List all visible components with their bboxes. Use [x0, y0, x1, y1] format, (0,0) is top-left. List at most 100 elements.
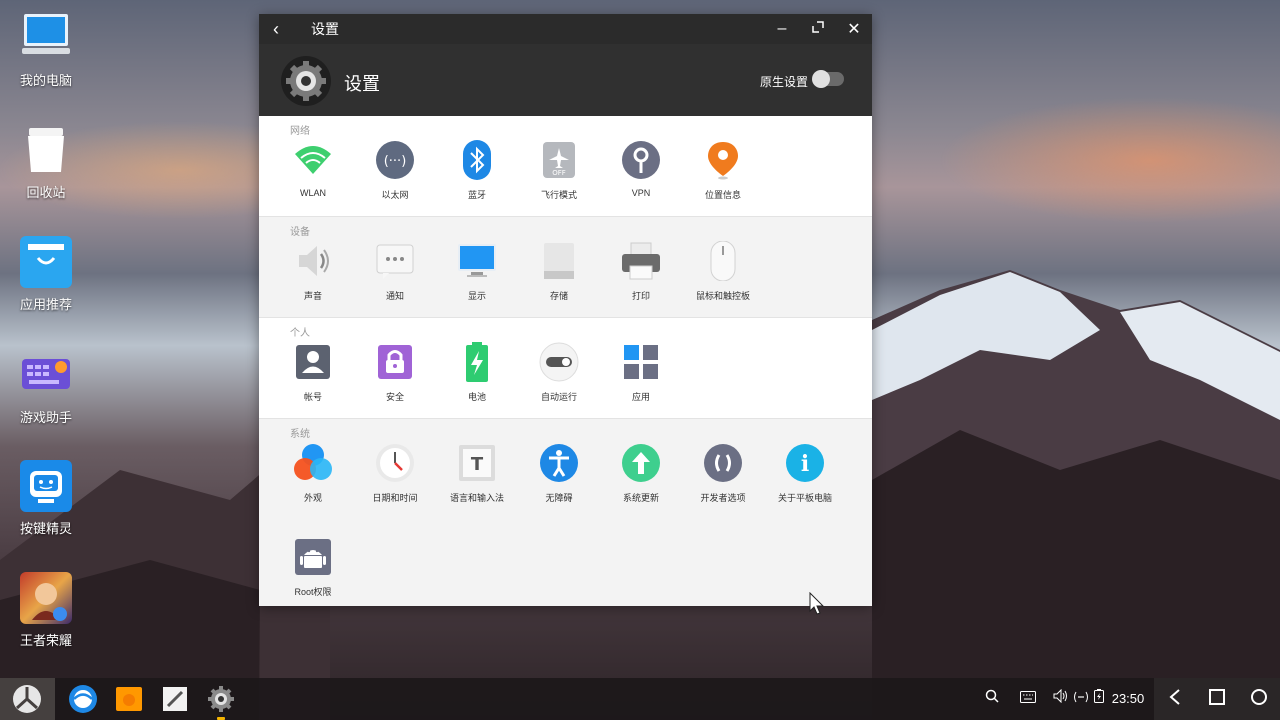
settings-item-apps[interactable]: 应用 — [600, 338, 682, 418]
file-manager-app[interactable] — [114, 684, 144, 714]
account-icon — [293, 342, 333, 382]
back-arrow-icon — [1169, 689, 1180, 705]
settings-item-developer-options[interactable]: 开发者选项 — [682, 439, 764, 519]
settings-item-mouse-touchpad[interactable]: 鼠标和触控板 — [682, 237, 764, 317]
item-label: 开发者选项 — [700, 493, 746, 503]
language-glyph: T — [471, 454, 484, 475]
item-label: 显示 — [467, 291, 486, 301]
tray-search[interactable] — [982, 678, 1002, 720]
section-device: 设备 声音 通知 显示 存储 打印 鼠标和触控板 — [259, 217, 872, 318]
item-label: 安全 — [385, 392, 404, 402]
native-settings-label: 原生设置 — [759, 75, 808, 89]
settings-app[interactable] — [206, 684, 236, 720]
desktop-icon-label: 应用推荐 — [19, 297, 72, 312]
close-button[interactable]: ✕ — [836, 19, 872, 39]
desktop-icon-label: 游戏助手 — [19, 410, 72, 425]
airplane-mode-badge: OFF — [552, 169, 566, 177]
settings-item-date-time[interactable]: 日期和时间 — [354, 439, 436, 519]
item-label: 声音 — [303, 291, 322, 301]
android-root-icon — [293, 537, 333, 577]
item-label: 通知 — [385, 291, 404, 301]
settings-item-storage[interactable]: 存储 — [518, 237, 600, 317]
location-pin-icon — [703, 140, 743, 180]
header-title: 设置 — [344, 74, 380, 94]
nav-recents-button[interactable] — [1196, 678, 1238, 720]
settings-item-battery[interactable]: 电池 — [436, 338, 518, 418]
settings-item-appearance[interactable]: 外观 — [272, 439, 354, 519]
lock-icon — [375, 342, 415, 382]
settings-item-display[interactable]: 显示 — [436, 237, 518, 317]
settings-item-language-input[interactable]: T 语言和输入法 — [436, 439, 518, 519]
settings-item-wlan[interactable]: WLAN — [272, 136, 354, 216]
settings-item-location[interactable]: 位置信息 — [682, 136, 764, 216]
tray-volume[interactable] — [1052, 678, 1070, 720]
monitor-icon — [457, 241, 497, 281]
settings-item-autostart[interactable]: 自动运行 — [518, 338, 600, 418]
minimize-button[interactable]: – — [764, 20, 800, 38]
item-label: 打印 — [631, 291, 650, 301]
settings-item-sound[interactable]: 声音 — [272, 237, 354, 317]
battery-icon — [457, 342, 497, 382]
settings-item-system-update[interactable]: 系统更新 — [600, 439, 682, 519]
settings-item-vpn[interactable]: VPN — [600, 136, 682, 216]
desktop-icon-key-sprite[interactable]: 按键精灵 — [10, 460, 82, 537]
tray-clock[interactable]: 23:50 — [1108, 678, 1148, 720]
svg-text:(···): (···) — [384, 154, 407, 169]
desktop-icon-my-computer[interactable]: 我的电脑 — [10, 12, 82, 89]
item-label: 帐号 — [303, 392, 322, 402]
settings-item-root[interactable]: Root权限 — [272, 533, 354, 606]
settings-item-notification[interactable]: 通知 — [354, 237, 436, 317]
desktop-icon-label: 按键精灵 — [19, 521, 72, 536]
browser-app[interactable] — [68, 684, 98, 714]
tray-keyboard[interactable] — [1017, 678, 1039, 720]
tray-battery[interactable] — [1092, 678, 1106, 720]
about-info-icon: i — [785, 443, 825, 483]
bluetooth-icon — [457, 140, 497, 180]
tray-network[interactable] — [1071, 678, 1091, 720]
back-button[interactable]: ‹ — [259, 19, 293, 40]
start-button[interactable] — [0, 678, 55, 720]
item-label: 以太网 — [381, 190, 409, 200]
settings-item-print[interactable]: 打印 — [600, 237, 682, 317]
chevron-left-icon: ‹ — [273, 18, 279, 39]
settings-item-airplane-mode[interactable]: OFF 飞行模式 — [518, 136, 600, 216]
item-label: 蓝牙 — [467, 190, 486, 200]
appearance-icon — [293, 443, 333, 483]
settings-item-account[interactable]: 帐号 — [272, 338, 354, 418]
nav-home-button[interactable] — [1238, 678, 1280, 720]
settings-item-about-tablet[interactable]: i 关于平板电脑 — [764, 439, 846, 519]
section-title: 系统 — [290, 429, 310, 440]
settings-gear-icon — [281, 56, 331, 106]
desktop-icon-label: 我的电脑 — [19, 73, 72, 88]
settings-item-bluetooth[interactable]: 蓝牙 — [436, 136, 518, 216]
keyboard-icon — [1020, 691, 1036, 703]
notes-icon — [163, 687, 187, 711]
autostart-toggle-icon — [539, 342, 579, 382]
computer-icon — [20, 12, 72, 64]
settings-item-accessibility[interactable]: 无障碍 — [518, 439, 600, 519]
item-label: 电池 — [467, 392, 486, 402]
desktop-icon-honor-of-kings[interactable]: 王者荣耀 — [10, 572, 82, 649]
item-label: 自动运行 — [540, 392, 577, 402]
notes-app[interactable] — [160, 684, 190, 714]
taskbar: 23:50 — [0, 678, 1280, 720]
section-personal: 个人 帐号 安全 电池 自动运行 应用 — [259, 318, 872, 419]
maximize-button[interactable] — [800, 20, 836, 39]
settings-item-ethernet[interactable]: (···) 以太网 — [354, 136, 436, 216]
file-manager-icon — [116, 687, 142, 711]
desktop-icon-recycle-bin[interactable]: 回收站 — [10, 124, 82, 201]
settings-header: 设置 原生设置 — [259, 44, 872, 116]
printer-icon — [621, 241, 661, 281]
settings-item-security[interactable]: 安全 — [354, 338, 436, 418]
nav-back-button[interactable] — [1154, 678, 1196, 720]
desktop-icon-app-store[interactable]: 应用推荐 — [10, 236, 82, 313]
vpn-key-icon — [621, 140, 661, 180]
game-keyboard-icon — [20, 349, 72, 401]
native-settings-toggle[interactable] — [812, 70, 844, 88]
storage-icon — [539, 241, 579, 281]
section-network: 网络 WLAN (···) 以太网 蓝牙 OFF 飞行模式 VPN 位置信息 — [259, 116, 872, 217]
section-title: 设备 — [290, 227, 310, 238]
recycle-bin-icon — [20, 124, 72, 176]
navigation-bar — [1154, 678, 1280, 720]
desktop-icon-game-assistant[interactable]: 游戏助手 — [10, 349, 82, 426]
